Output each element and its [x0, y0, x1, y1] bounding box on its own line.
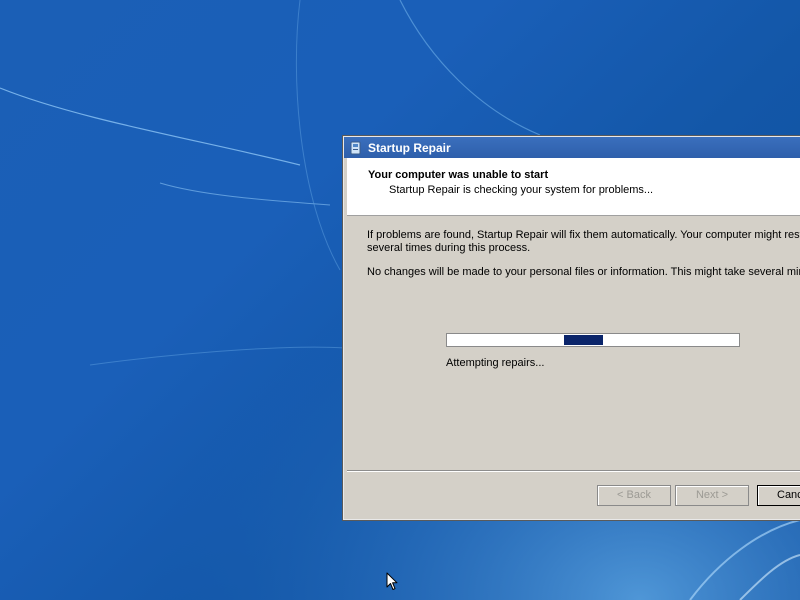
repair-progress-bar [446, 333, 740, 347]
progress-status-text: Attempting repairs... [446, 357, 545, 369]
footer-divider [347, 470, 800, 472]
next-button[interactable]: Next > [675, 485, 749, 506]
startup-repair-icon [349, 141, 363, 155]
cancel-button[interactable]: Cancel [757, 485, 800, 506]
window-title: Startup Repair [368, 140, 451, 155]
info-text-line-1: If problems are found, Startup Repair wi… [367, 229, 800, 241]
header-title: Your computer was unable to start [368, 169, 549, 181]
startup-repair-window: Startup Repair Your computer was unable … [342, 135, 800, 521]
info-text-line-2: several times during this process. [367, 242, 531, 254]
back-button[interactable]: < Back [597, 485, 671, 506]
window-titlebar[interactable]: Startup Repair [344, 137, 800, 158]
info-text-no-changes: No changes will be made to your personal… [367, 266, 800, 278]
header-subtitle: Startup Repair is checking your system f… [389, 184, 654, 196]
header-panel: Your computer was unable to start Startu… [347, 158, 800, 216]
progress-marquee-chunk [564, 335, 603, 345]
mouse-pointer-icon [386, 572, 398, 596]
